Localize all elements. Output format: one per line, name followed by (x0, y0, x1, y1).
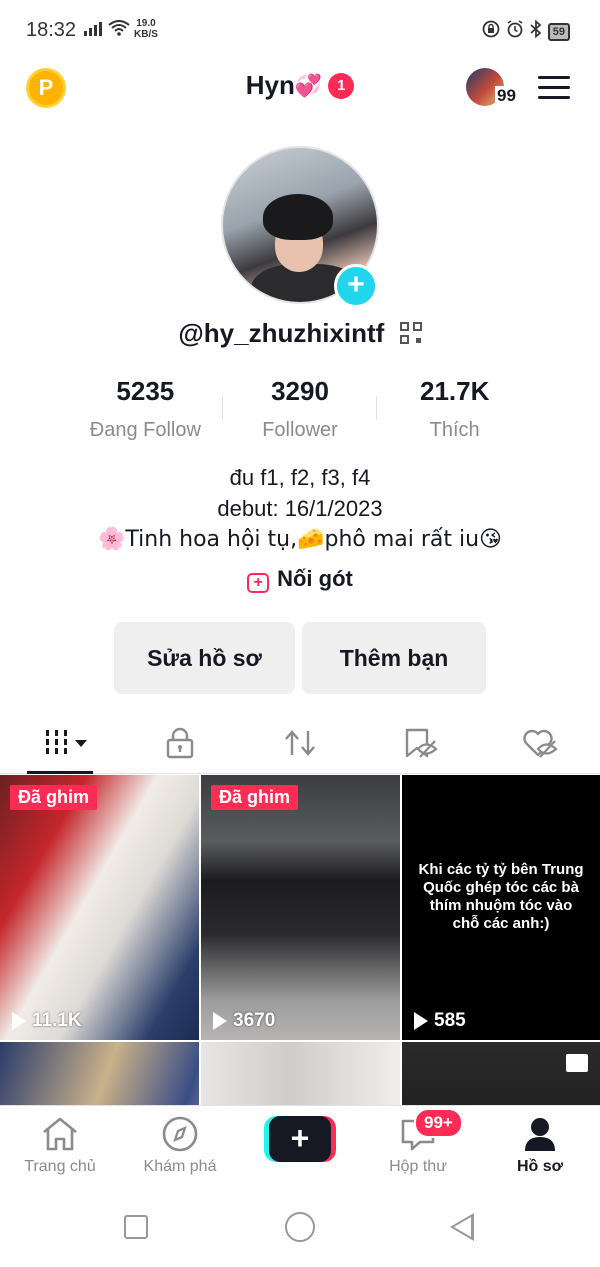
home-icon (43, 1117, 77, 1151)
video-thumbnail[interactable]: Khi các tỷ tỷ bên Trung Quốc ghép tóc cá… (402, 775, 600, 1040)
view-count: 11.1K (12, 1010, 82, 1032)
create-button[interactable]: + (264, 1116, 336, 1162)
network-speed-value: 19.0 (136, 18, 156, 29)
tab-liked[interactable] (520, 726, 560, 760)
status-right-icons: 59 (482, 19, 570, 43)
bio-line: đu f1, f2, f3, f4 (229, 465, 371, 490)
heart-hidden-icon (523, 729, 558, 758)
stat-followers[interactable]: 3290 Follower (223, 376, 378, 442)
nav-home[interactable]: Trang chủ (0, 1114, 120, 1176)
back-icon[interactable] (450, 1213, 474, 1241)
wifi-icon (108, 20, 130, 41)
network-speed-unit: KB/S (134, 29, 158, 40)
bluetooth-icon (530, 19, 542, 43)
repost-icon (285, 730, 315, 756)
view-count: 3670 (213, 1010, 275, 1032)
stat-likes-value: 21.7K (419, 376, 490, 406)
system-nav-bar (0, 1193, 600, 1267)
grid-icon (45, 730, 67, 756)
title-emoji: 💞 (294, 72, 323, 98)
bookmark-hidden-icon (405, 728, 438, 758)
stat-following-value: 5235 (116, 376, 175, 406)
add-friend-button[interactable]: Thêm bạn (302, 622, 486, 694)
stat-followers-label: Follower (262, 419, 338, 441)
pinned-badge: Đã ghim (10, 785, 98, 810)
photo-icon (566, 1054, 588, 1072)
bio-line: 🌸Tinh hoa hội tụ,🧀phô mai rất iu😘 (97, 527, 502, 552)
play-icon (414, 1012, 428, 1030)
view-count-value: 11.1K (32, 1010, 82, 1031)
video-caption: Khi các tỷ tỷ bên Trung Quốc ghép tóc cá… (418, 861, 584, 932)
add-square-icon: + (247, 573, 270, 593)
active-tab-indicator (27, 771, 93, 774)
nav-explore[interactable]: Khám phá (120, 1114, 240, 1176)
tab-private[interactable] (160, 726, 200, 760)
friends-count: 99 (495, 86, 518, 106)
edit-profile-button[interactable]: Sửa hồ sơ (114, 622, 295, 694)
page-title: Hyn (245, 70, 295, 100)
view-count-value: 3670 (233, 1010, 276, 1031)
alarm-icon (506, 20, 524, 43)
username-text: @hy_zhuzhixintf (178, 318, 385, 348)
notification-badge: 1 (328, 72, 355, 99)
video-thumbnail[interactable]: Đã ghim 3670 (201, 775, 400, 1040)
bio: đu f1, f2, f3, f4 debut: 16/1/2023 🌸Tinh… (0, 462, 600, 555)
content-tabs (0, 712, 600, 774)
follow-trail-label: Nối gót (277, 566, 353, 591)
tab-videos[interactable] (36, 726, 96, 760)
nav-profile[interactable]: Hồ sơ (480, 1114, 600, 1176)
tab-reposts[interactable] (280, 726, 320, 760)
nav-profile-label: Hồ sơ (516, 1158, 564, 1175)
lock-rotation-icon (482, 20, 500, 43)
profile-header: P Hyn 💞 1 99 (0, 62, 600, 118)
video-thumbnail[interactable]: Đã ghim 11.1K (0, 775, 199, 1040)
profile-icon (525, 1118, 555, 1151)
view-count: 585 (414, 1010, 466, 1032)
menu-icon[interactable] (538, 76, 570, 100)
home-button-icon[interactable] (285, 1212, 315, 1242)
signal-icon (84, 20, 102, 36)
lock-icon (166, 727, 194, 759)
chevron-down-icon (74, 739, 87, 747)
status-time: 18:32 (26, 19, 77, 41)
plus-icon: + (269, 1116, 331, 1162)
stat-following[interactable]: 5235 Đang Follow (68, 376, 223, 442)
add-avatar-button[interactable]: + (334, 264, 378, 308)
inbox-badge: 99+ (414, 1108, 463, 1138)
battery-icon: 59 (547, 22, 570, 41)
nav-home-label: Trang chủ (24, 1158, 96, 1175)
bottom-nav: Trang chủ Khám phá + Hộp thư 99+ Hồ sơ (0, 1105, 600, 1193)
username: @hy_zhuzhixintf (0, 318, 600, 349)
play-icon (12, 1012, 26, 1030)
stat-likes-label: Thích (429, 419, 480, 441)
stat-following-label: Đang Follow (89, 419, 201, 441)
video-grid: Đã ghim 11.1K Đã ghim 3670 Khi các tỷ tỷ… (0, 775, 600, 1105)
stat-likes[interactable]: 21.7K Thích (377, 376, 532, 442)
network-speed: 19.0 KB/S (134, 18, 158, 40)
qr-code-icon[interactable] (399, 322, 422, 344)
tab-saved[interactable] (400, 726, 440, 760)
bio-line: debut: 16/1/2023 (217, 496, 383, 521)
nav-explore-label: Khám phá (143, 1158, 217, 1175)
pinned-badge: Đã ghim (211, 785, 299, 810)
video-thumbnail[interactable] (402, 1042, 600, 1105)
stat-followers-value: 3290 (271, 376, 329, 406)
status-bar: 18:32 19.0 KB/S 59 (0, 0, 600, 60)
play-icon (213, 1012, 227, 1030)
video-thumbnail[interactable] (0, 1042, 199, 1105)
profile-stats: 5235 Đang Follow 3290 Follower 21.7K Thí… (68, 376, 532, 442)
view-count-value: 585 (434, 1010, 466, 1031)
follow-trail-link[interactable]: + Nối gót (0, 566, 600, 593)
compass-icon (162, 1116, 198, 1152)
recents-icon[interactable] (124, 1215, 148, 1239)
nav-inbox-label: Hộp thư (389, 1158, 447, 1175)
video-thumbnail[interactable] (201, 1042, 400, 1105)
